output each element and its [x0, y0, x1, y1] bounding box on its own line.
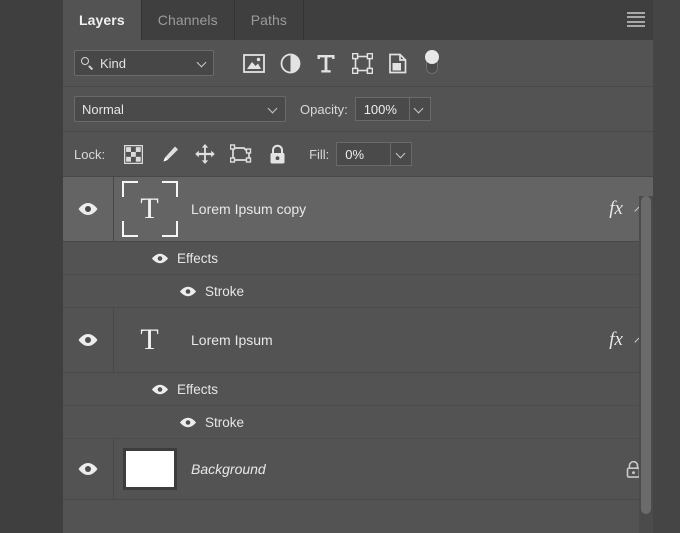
layer-name[interactable]: Background — [185, 461, 613, 477]
table-row[interactable]: T Lorem Ipsum copy fx — [63, 177, 653, 242]
filter-type-layers-icon[interactable] — [308, 48, 344, 78]
fill-label: Fill: — [309, 147, 329, 162]
list-item[interactable]: Stroke — [63, 406, 653, 439]
tab-layers-label: Layers — [79, 12, 125, 28]
eye-icon — [151, 253, 169, 264]
layer-name[interactable]: Lorem Ipsum — [185, 332, 609, 348]
effect-name: Stroke — [205, 284, 244, 299]
eye-icon — [179, 417, 197, 428]
filter-adjustment-layers-icon[interactable] — [272, 48, 308, 78]
layer-filter-bar: Kind — [63, 40, 653, 87]
effect-visibility-toggle[interactable] — [177, 417, 199, 428]
workspace-left-gutter — [0, 0, 63, 533]
layer-visibility-toggle[interactable] — [63, 439, 114, 499]
fill-dropdown-button[interactable] — [390, 142, 412, 166]
lock-transparent-pixels-icon[interactable] — [115, 139, 151, 169]
layer-visibility-toggle[interactable] — [63, 177, 114, 241]
filter-kind-label: Kind — [100, 56, 198, 71]
workspace-right-gutter — [653, 0, 680, 533]
opacity-input[interactable]: 100% — [355, 97, 409, 121]
hamburger-menu-icon[interactable] — [627, 12, 645, 27]
list-item[interactable]: Effects — [63, 242, 653, 275]
tab-channels[interactable]: Channels — [142, 0, 235, 40]
opacity-dropdown-button[interactable] — [409, 97, 431, 121]
effects-group-label: Effects — [177, 251, 218, 266]
lock-all-icon[interactable] — [259, 139, 295, 169]
fill-input[interactable]: 0% — [336, 142, 390, 166]
lock-image-pixels-icon[interactable] — [151, 139, 187, 169]
chevron-down-icon — [397, 150, 406, 159]
lock-position-icon[interactable] — [187, 139, 223, 169]
eye-icon — [77, 333, 99, 347]
eye-icon — [77, 202, 99, 216]
filter-kind-dropdown[interactable]: Kind — [74, 50, 214, 76]
layers-scrollbar-track[interactable] — [639, 196, 653, 533]
list-item[interactable]: Stroke — [63, 275, 653, 308]
layer-fx-badge[interactable]: fx — [609, 198, 623, 220]
search-icon — [81, 57, 94, 70]
lock-artboard-nesting-icon[interactable] — [223, 139, 259, 169]
effects-visibility-toggle[interactable] — [149, 384, 171, 395]
chevron-down-icon — [198, 59, 207, 68]
layer-thumbnail[interactable] — [114, 439, 185, 499]
type-glyph: T — [140, 194, 158, 224]
layers-list: T Lorem Ipsum copy fx Effects — [63, 177, 653, 520]
layers-list-empty-area — [63, 500, 653, 520]
photoshop-layers-panel-window: Layers Channels Paths Kind — [0, 0, 680, 533]
layer-thumbnail[interactable]: T — [114, 177, 185, 241]
lock-buttons — [115, 139, 295, 169]
tab-paths-label: Paths — [251, 12, 287, 28]
tab-channels-label: Channels — [158, 12, 218, 28]
blend-mode-bar: Normal Opacity: 100% — [63, 87, 653, 132]
effect-visibility-toggle[interactable] — [177, 286, 199, 297]
lock-label: Lock: — [74, 147, 105, 162]
filter-shape-layers-icon[interactable] — [344, 48, 380, 78]
type-layer-thumbnail: T — [122, 312, 178, 368]
effects-group-label: Effects — [177, 382, 218, 397]
blend-mode-value: Normal — [82, 102, 269, 117]
type-layer-thumbnail-selected: T — [122, 181, 178, 237]
type-glyph: T — [140, 325, 158, 355]
layers-panel: Layers Channels Paths Kind — [63, 0, 653, 533]
filter-type-icons — [236, 48, 440, 78]
layer-visibility-toggle[interactable] — [63, 308, 114, 372]
filter-enable-toggle[interactable] — [424, 48, 440, 78]
effects-visibility-toggle[interactable] — [149, 253, 171, 264]
eye-icon — [77, 462, 99, 476]
opacity-label: Opacity: — [300, 102, 348, 117]
layer-fx-badge[interactable]: fx — [609, 329, 623, 351]
filter-pixel-layers-icon[interactable] — [236, 48, 272, 78]
blend-mode-dropdown[interactable]: Normal — [74, 96, 286, 122]
eye-icon — [179, 286, 197, 297]
chevron-down-icon — [415, 105, 424, 114]
tab-strip-empty-area — [304, 0, 653, 40]
fill-field-group: 0% — [336, 142, 412, 166]
list-item[interactable]: Effects — [63, 373, 653, 406]
effect-name: Stroke — [205, 415, 244, 430]
white-solid-thumbnail — [123, 448, 177, 490]
opacity-field-group: 100% — [355, 97, 431, 121]
toggle-knob — [425, 50, 439, 64]
lock-bar: Lock: — [63, 132, 653, 177]
filter-smart-object-icon[interactable] — [380, 48, 416, 78]
eye-icon — [151, 384, 169, 395]
table-row[interactable]: T Lorem Ipsum fx — [63, 308, 653, 373]
tab-paths[interactable]: Paths — [235, 0, 304, 40]
tab-layers[interactable]: Layers — [63, 0, 142, 40]
layer-name[interactable]: Lorem Ipsum copy — [185, 201, 609, 217]
layers-scrollbar-thumb[interactable] — [641, 196, 651, 514]
chevron-down-icon — [269, 105, 278, 114]
table-row[interactable]: Background — [63, 439, 653, 500]
layer-thumbnail[interactable]: T — [114, 308, 185, 372]
panel-tab-strip: Layers Channels Paths — [63, 0, 653, 40]
